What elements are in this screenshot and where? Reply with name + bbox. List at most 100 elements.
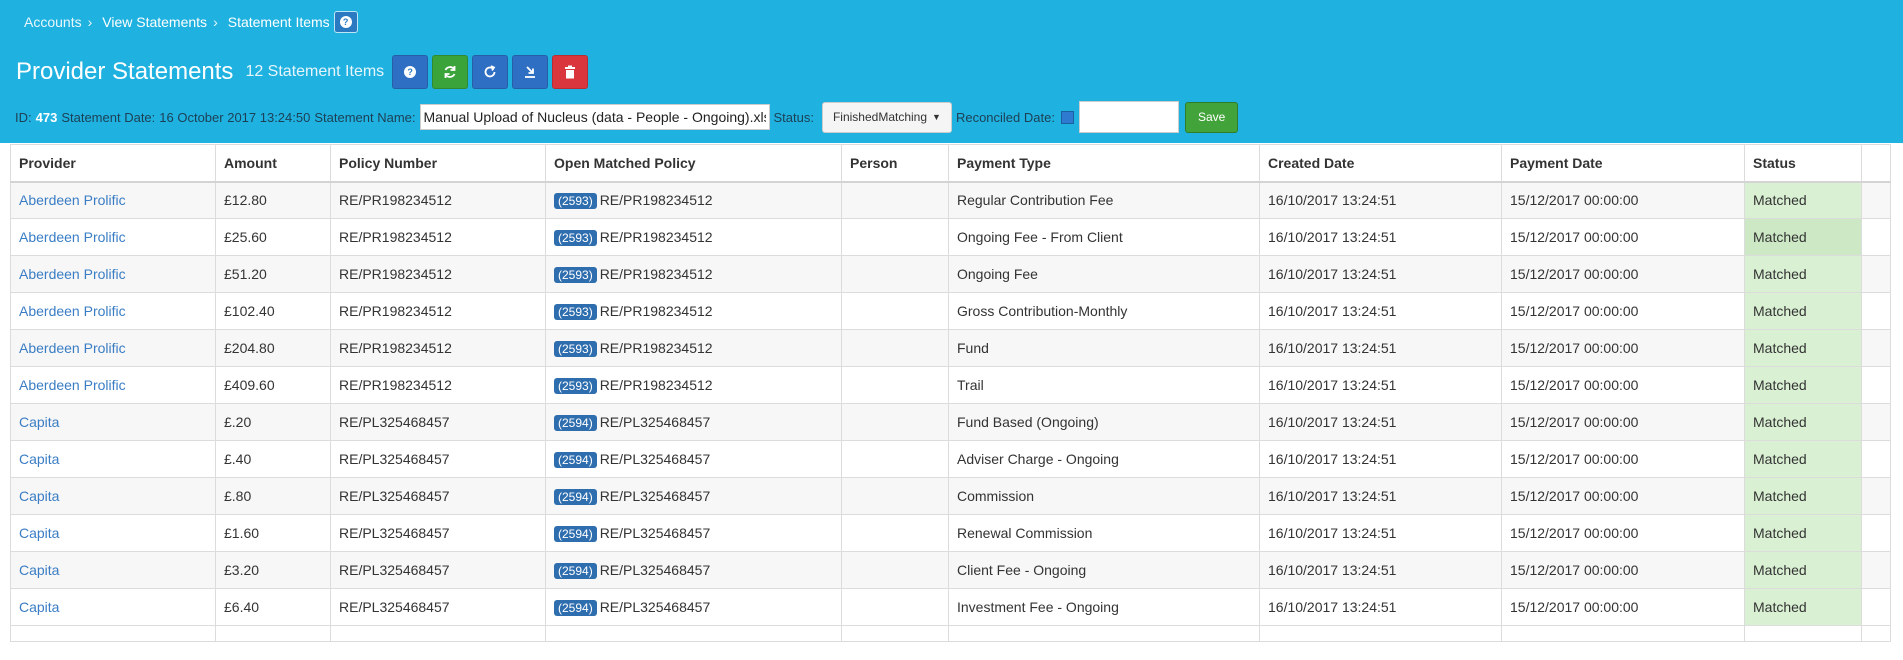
table-row[interactable]: Aberdeen Prolific £102.40 RE/PR198234512 (2… bbox=[10, 292, 1891, 330]
person-cell bbox=[841, 403, 949, 441]
row-spacer-cell bbox=[1861, 255, 1891, 293]
table-row[interactable]: Capita £.40 RE/PL325468457 (2594) RE/PL32546… bbox=[10, 440, 1891, 478]
help-icon: ? bbox=[339, 16, 352, 28]
policy-id-badge[interactable]: (2594) bbox=[554, 562, 597, 579]
column-header-payment-type[interactable]: Payment Type bbox=[948, 144, 1260, 183]
statement-items-table: Provider Amount Policy Number Open Match… bbox=[10, 144, 1891, 642]
column-header-payment-date[interactable]: Payment Date bbox=[1501, 144, 1745, 183]
provider-link[interactable]: Capita bbox=[19, 488, 59, 504]
person-cell bbox=[841, 255, 949, 293]
status-label: Status: bbox=[773, 109, 814, 125]
policy-id-badge[interactable]: (2593) bbox=[554, 192, 597, 209]
provider-link[interactable]: Aberdeen Prolific bbox=[19, 377, 126, 393]
policy-id-badge[interactable]: (2594) bbox=[554, 451, 597, 468]
table-row[interactable]: Aberdeen Prolific £51.20 RE/PR198234512 (25… bbox=[10, 255, 1891, 293]
table-row[interactable]: Aberdeen Prolific £25.60 RE/PR198234512 (25… bbox=[10, 218, 1891, 256]
table-row[interactable]: Capita £.80 RE/PL325468457 (2594) RE/PL32546… bbox=[10, 477, 1891, 515]
refresh-icon bbox=[484, 65, 496, 78]
table-row[interactable]: Aberdeen Prolific £12.80 RE/PR198234512 (25… bbox=[10, 181, 1891, 219]
save-button[interactable]: Save bbox=[1184, 101, 1239, 133]
provider-link[interactable]: Capita bbox=[19, 525, 59, 541]
policy-id-badge[interactable]: (2593) bbox=[554, 340, 597, 357]
policy-number-cell: RE/PL325468457 bbox=[339, 525, 450, 541]
policy-id-badge[interactable]: (2594) bbox=[554, 599, 597, 616]
matched-policy-cell: (2594) RE/PL325468457 bbox=[545, 403, 842, 441]
payment-type-cell: Regular Contribution Fee bbox=[957, 192, 1114, 209]
matched-policy-cell: (2593) RE/PR198234512 bbox=[545, 329, 842, 367]
table-row[interactable]: Capita £3.20 RE/PL325468457 (2594) RE/PL3254… bbox=[10, 551, 1891, 589]
rematch-button[interactable] bbox=[432, 55, 469, 89]
provider-link[interactable]: Aberdeen Prolific bbox=[19, 229, 126, 245]
amount-cell: £102.40 bbox=[224, 303, 275, 319]
policy-id-badge[interactable]: (2594) bbox=[554, 414, 597, 431]
payment-date-cell: 15/12/2017 00:00:00 bbox=[1510, 414, 1639, 430]
amount-cell: £6.40 bbox=[224, 599, 260, 615]
breadcrumb-help-button[interactable]: ? bbox=[333, 11, 358, 33]
policy-id-badge[interactable]: (2593) bbox=[554, 377, 597, 394]
policy-number-cell: RE/PL325468457 bbox=[339, 414, 450, 430]
policy-id-badge[interactable]: (2594) bbox=[554, 525, 597, 542]
status-cell: Matched bbox=[1744, 514, 1862, 552]
created-date-cell: 16/10/2017 13:24:51 bbox=[1259, 181, 1502, 219]
row-spacer-cell bbox=[1861, 514, 1891, 552]
provider-link[interactable]: Aberdeen Prolific bbox=[19, 303, 126, 319]
matched-policy-number: RE/PL325468457 bbox=[599, 524, 711, 541]
policy-id-badge[interactable]: (2593) bbox=[554, 303, 597, 320]
breadcrumb-view-statements[interactable]: View Statements bbox=[102, 14, 207, 30]
refresh-button[interactable] bbox=[472, 55, 509, 89]
policy-number-cell: RE/PR198234512 bbox=[339, 303, 452, 319]
person-cell bbox=[841, 477, 949, 515]
status-cell: Matched bbox=[1744, 181, 1862, 219]
column-header-amount[interactable]: Amount bbox=[215, 144, 331, 183]
column-header-open-matched-policy[interactable]: Open Matched Policy bbox=[545, 144, 842, 183]
policy-id-badge[interactable]: (2594) bbox=[554, 488, 597, 505]
column-header-policy-number[interactable]: Policy Number bbox=[330, 144, 546, 183]
column-header-created-date[interactable]: Created Date bbox=[1259, 144, 1502, 183]
matched-policy-cell: (2594) RE/PL325468457 bbox=[545, 477, 842, 515]
person-cell bbox=[841, 329, 949, 367]
policy-id-badge[interactable]: (2593) bbox=[554, 266, 597, 283]
table-row[interactable]: Aberdeen Prolific £409.60 RE/PR198234512 (2… bbox=[10, 366, 1891, 404]
table-row[interactable]: Aberdeen Prolific £204.80 RE/PR198234512 (2… bbox=[10, 329, 1891, 367]
provider-link[interactable]: Capita bbox=[19, 451, 59, 467]
breadcrumb-accounts[interactable]: Accounts bbox=[24, 14, 82, 30]
delete-button[interactable] bbox=[552, 55, 589, 89]
created-date-cell: 16/10/2017 13:24:51 bbox=[1268, 451, 1397, 467]
provider-link[interactable]: Aberdeen Prolific bbox=[19, 266, 126, 282]
created-date-cell: 16/10/2017 13:24:51 bbox=[1268, 266, 1397, 282]
reconciled-date-input[interactable] bbox=[1078, 101, 1179, 133]
amount-cell: £.40 bbox=[215, 440, 331, 478]
download-button[interactable] bbox=[512, 55, 549, 89]
table-row[interactable]: Capita £6.40 RE/PL325468457 (2594) RE/PL3254… bbox=[10, 588, 1891, 626]
column-header-provider[interactable]: Provider bbox=[10, 144, 216, 183]
provider-link[interactable]: Aberdeen Prolific bbox=[19, 192, 126, 208]
policy-number-cell: RE/PR198234512 bbox=[330, 255, 546, 293]
provider-link[interactable]: Capita bbox=[19, 562, 59, 578]
provider-link[interactable]: Capita bbox=[19, 414, 59, 430]
payment-date-cell: 15/12/2017 00:00:00 bbox=[1510, 525, 1639, 541]
status-dropdown[interactable]: FinishedMatching ▼ bbox=[821, 101, 952, 133]
amount-cell: £204.80 bbox=[215, 329, 331, 367]
table-row[interactable]: Capita £1.60 RE/PL325468457 (2594) RE/PL3254… bbox=[10, 514, 1891, 552]
statement-name-input[interactable] bbox=[419, 104, 770, 130]
created-date-cell: 16/10/2017 13:24:51 bbox=[1259, 292, 1502, 330]
help-icon: ? bbox=[404, 66, 417, 78]
payment-type-cell: Renewal Commission bbox=[957, 525, 1093, 541]
column-header-status[interactable]: Status bbox=[1744, 144, 1862, 183]
reconciled-checkbox[interactable] bbox=[1060, 110, 1074, 124]
payment-type-cell: Adviser Charge - Ongoing bbox=[957, 451, 1119, 467]
status-cell: Matched bbox=[1753, 488, 1807, 504]
column-header-person[interactable]: Person bbox=[841, 144, 949, 183]
policy-id-badge[interactable]: (2593) bbox=[554, 229, 597, 246]
status-cell: Matched bbox=[1744, 218, 1862, 256]
provider-link[interactable]: Aberdeen Prolific bbox=[19, 340, 126, 356]
policy-number-cell: RE/PR198234512 bbox=[330, 329, 546, 367]
table-row[interactable]: Capita £.20 RE/PL325468457 (2594) RE/PL32546… bbox=[10, 403, 1891, 441]
help-button[interactable]: ? bbox=[392, 55, 429, 89]
provider-link[interactable]: Capita bbox=[19, 599, 59, 615]
status-cell: Matched bbox=[1753, 377, 1807, 393]
policy-number-cell: RE/PR198234512 bbox=[339, 266, 452, 282]
caret-down-icon: ▼ bbox=[932, 112, 941, 122]
matched-policy-cell: (2594) RE/PL325468457 bbox=[545, 514, 842, 552]
provider-cell: Capita bbox=[10, 588, 216, 626]
